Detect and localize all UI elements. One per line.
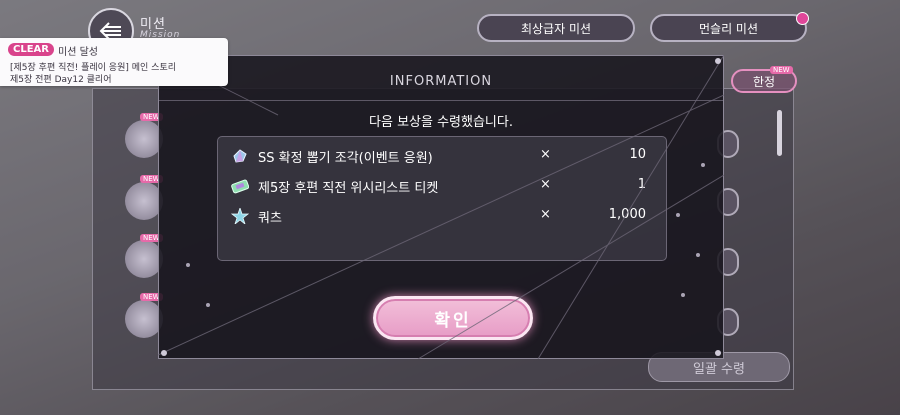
tab-expert-mission[interactable]: 최상급자 미션 bbox=[477, 14, 635, 42]
reward-qty: 10 bbox=[629, 147, 646, 162]
confirm-button[interactable]: 확인 bbox=[373, 296, 533, 340]
dialog-message: 다음 보상을 수령했습니다. bbox=[369, 115, 513, 130]
new-tag: NEW bbox=[770, 66, 793, 74]
tab-expert-label: 최상급자 미션 bbox=[520, 21, 592, 36]
reward-row: 쿼츠 × 1,000 bbox=[218, 201, 666, 231]
reward-qty: 1,000 bbox=[608, 207, 646, 222]
quartz-icon bbox=[231, 208, 249, 224]
reward-name: 제5장 후편 직전 위시리스트 티켓 bbox=[258, 181, 439, 196]
toast-title: 미션 달성 bbox=[58, 47, 98, 58]
toast-line-2: 제5장 전편 Day12 클리어 bbox=[10, 75, 112, 85]
reward-name: 쿼츠 bbox=[258, 211, 282, 226]
confirm-label: 확인 bbox=[434, 310, 472, 331]
information-dialog: INFORMATION 다음 보상을 수령했습니다. SS 확정 뽑기 조각(이… bbox=[158, 55, 724, 359]
reward-list: SS 확정 뽑기 조각(이벤트 응원) × 10 제5장 후편 직전 위시리스트… bbox=[217, 136, 667, 261]
scrollbar[interactable] bbox=[777, 110, 782, 156]
tab-monthly-mission[interactable]: 먼슬리 미션 bbox=[650, 14, 807, 42]
clear-badge: CLEAR bbox=[8, 43, 54, 56]
reward-row: SS 확정 뽑기 조각(이벤트 응원) × 10 bbox=[218, 141, 666, 171]
reward-times: × bbox=[540, 177, 551, 192]
dialog-title: INFORMATION bbox=[389, 74, 493, 89]
reward-qty: 1 bbox=[637, 177, 646, 192]
ticket-icon bbox=[231, 179, 249, 194]
tab-monthly-label: 먼슬리 미션 bbox=[698, 21, 758, 36]
reward-row: 제5장 후편 직전 위시리스트 티켓 × 1 bbox=[218, 171, 666, 201]
bulk-receive-label: 일괄 수령 bbox=[693, 361, 745, 377]
reward-times: × bbox=[540, 147, 551, 162]
divider bbox=[159, 100, 723, 101]
tab-limited-label: 한정 bbox=[752, 74, 776, 89]
reward-name: SS 확정 뽑기 조각(이벤트 응원) bbox=[258, 151, 433, 166]
notification-dot bbox=[796, 12, 809, 25]
reward-times: × bbox=[540, 207, 551, 222]
gem-fragment-icon bbox=[233, 149, 247, 163]
mission-clear-toast: CLEAR 미션 달성 [제5장 후편 직전! 플레이 응원] 메인 스토리 제… bbox=[0, 38, 228, 86]
